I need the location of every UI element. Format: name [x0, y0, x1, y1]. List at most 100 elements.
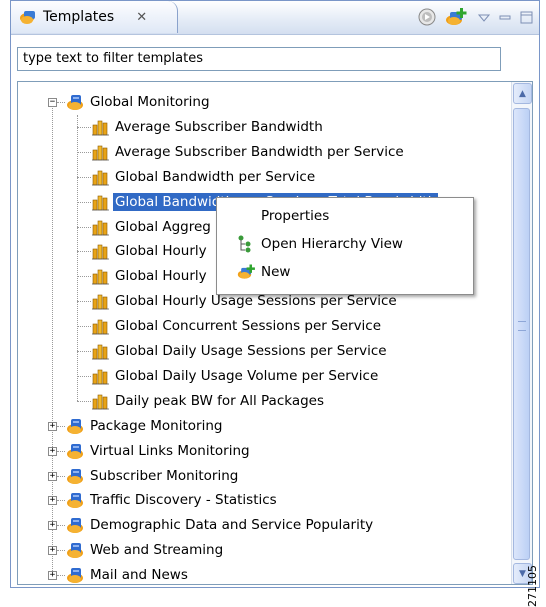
tab-label: Templates [43, 9, 115, 25]
expand-icon[interactable]: + [48, 496, 57, 506]
group-folder-icon [66, 417, 86, 435]
tree-item-label: Average Subscriber Bandwidth per Service [115, 143, 404, 160]
tree-guide-line [57, 425, 65, 427]
group-folder-icon [66, 491, 86, 509]
tree-item-template[interactable]: Daily peak BW for All Packages [91, 389, 324, 413]
tab-templates[interactable]: Templates ✕ [11, 1, 178, 33]
tree-item-template[interactable]: Global Hourly [91, 239, 207, 263]
tree-item-label: Global Daily Usage Sessions per Service [115, 343, 387, 359]
tree-group[interactable]: Package Monitoring [66, 414, 222, 438]
tree-item-template[interactable]: Global Concurrent Sessions per Service [91, 314, 381, 338]
expand-icon[interactable]: + [48, 521, 57, 531]
tree-group[interactable]: Demographic Data and Service Popularity [66, 513, 373, 537]
tree-item-label: Global Bandwidth per Service [115, 168, 316, 185]
tree-item-template[interactable]: Global Aggreg [91, 215, 211, 239]
new-template-icon[interactable] [445, 7, 469, 31]
tree-item-label: Global Concurrent Sessions per Service [115, 318, 382, 335]
templates-icon [19, 9, 37, 25]
tree-item-label: Virtual Links Monitoring [90, 442, 250, 459]
template-tree: ▲ ▼ − Global Monitoring Average Subscriber… [17, 81, 533, 585]
report-template-icon [91, 342, 111, 360]
tree-group[interactable]: Web and Streaming [66, 538, 223, 562]
run-icon[interactable] [418, 8, 436, 30]
tree-item-template[interactable]: Global Bandwidth per Service [91, 165, 315, 189]
report-template-icon [91, 168, 111, 186]
tree-group[interactable]: Subscriber Monitoring [66, 464, 238, 488]
close-icon[interactable]: ✕ [136, 10, 147, 25]
tree-group-global-monitoring[interactable]: Global Monitoring [66, 90, 210, 114]
menu-item-label: New [261, 264, 291, 280]
tree-item-template[interactable]: Global Daily Usage Sessions per Service [91, 339, 387, 363]
tree-item-label: Mail and News [90, 567, 188, 584]
tree-guide-line [57, 102, 65, 103]
tree-guide-line [77, 176, 91, 178]
report-template-icon [91, 218, 111, 236]
tree-item-label: Global Daily Usage Volume per Service [115, 367, 379, 384]
tree-guide-line [77, 276, 91, 278]
expand-icon[interactable]: + [48, 421, 57, 431]
scroll-thumb[interactable] [513, 108, 530, 560]
tree-guide-line [77, 251, 91, 253]
templates-view: Templates ✕ type text to filter template… [10, 0, 540, 607]
tree-item-template[interactable]: Average Subscriber Bandwidth per Service [91, 140, 404, 164]
tree-item-label: Global Aggreg [115, 218, 211, 235]
view-menu-icon[interactable] [477, 12, 491, 27]
tree-guide-line [57, 475, 65, 477]
scroll-up-button[interactable]: ▲ [513, 83, 532, 104]
tree-group[interactable]: Virtual Links Monitoring [66, 439, 250, 463]
report-template-icon [91, 267, 111, 285]
tree-guide-line [77, 375, 91, 377]
report-template-icon [91, 317, 111, 335]
tree-guide-line [77, 201, 91, 203]
report-template-icon [91, 392, 111, 410]
view-toolbar [418, 7, 533, 31]
vertical-scrollbar[interactable]: ▲ ▼ [511, 82, 532, 584]
tree-item-label: Web and Streaming [90, 542, 224, 559]
tree-group[interactable]: Mail and News [66, 563, 188, 584]
tree-item-label: Global Hourly [115, 268, 207, 285]
tree-guide-line [77, 400, 91, 402]
tree-item-label: Global Monitoring [90, 94, 210, 110]
group-folder-icon [66, 467, 86, 485]
tree-guide-line [77, 351, 91, 352]
minimize-icon[interactable] [499, 12, 511, 27]
menu-item-properties[interactable]: Properties [217, 204, 471, 228]
tree-item-label: Average Subscriber Bandwidth [115, 118, 323, 135]
expand-icon[interactable]: + [48, 471, 57, 481]
expand-icon[interactable]: + [48, 446, 57, 456]
tree-guide-line [57, 500, 65, 502]
expand-icon[interactable]: + [48, 571, 57, 581]
tree-item-template[interactable]: Global Daily Usage Volume per Service [91, 364, 378, 388]
tree-item-template[interactable]: Global Hourly [91, 264, 207, 288]
tree-item-label: Global Hourly [115, 243, 207, 260]
tree-item-label: Demographic Data and Service Popularity [90, 517, 374, 534]
tree-item-label: Traffic Discovery - Statistics [90, 492, 277, 509]
group-folder-icon [66, 566, 86, 584]
group-folder-icon [66, 541, 86, 559]
tree-group[interactable]: Traffic Discovery - Statistics [66, 488, 277, 512]
hierarchy-icon [237, 235, 253, 257]
menu-item-new[interactable]: New [217, 260, 471, 284]
menu-item-open-hierarchy-view[interactable]: Open Hierarchy View [217, 232, 471, 256]
context-menu: Properties Open Hierarchy View New [216, 197, 474, 295]
tree-guide-line [77, 326, 91, 328]
tree-item-label: Package Monitoring [90, 417, 223, 434]
report-template-icon [91, 143, 111, 161]
report-template-icon [91, 292, 111, 310]
tree-guide-line [77, 301, 91, 303]
group-folder-icon [66, 442, 86, 460]
filter-input[interactable]: type text to filter templates [17, 47, 501, 71]
new-template-icon [237, 263, 257, 285]
tree-guide-line [57, 550, 65, 552]
expand-icon[interactable]: + [48, 546, 57, 556]
view-titlebar: Templates ✕ [11, 1, 539, 35]
report-template-icon [91, 193, 111, 211]
collapse-icon[interactable]: − [48, 98, 57, 107]
tree-item-template[interactable]: Average Subscriber Bandwidth [91, 115, 323, 139]
maximize-icon[interactable] [520, 11, 533, 28]
menu-item-label: Open Hierarchy View [261, 236, 403, 252]
tree-item-label: Daily peak BW for All Packages [115, 392, 324, 409]
tree-guide-line [77, 226, 91, 228]
report-template-icon [91, 242, 111, 260]
tree-guide-line [57, 525, 65, 527]
